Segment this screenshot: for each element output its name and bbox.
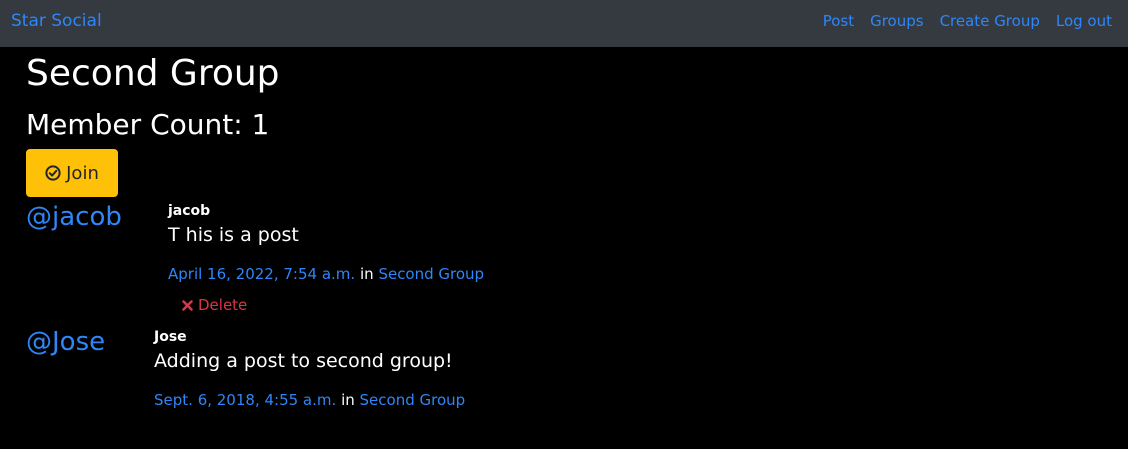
nav-link-log-out[interactable]: Log out	[1056, 11, 1112, 31]
nav-link-post[interactable]: Post	[823, 11, 854, 31]
delete-post-button[interactable]: Delete	[181, 295, 247, 315]
post-meta: Sept. 6, 2018, 4:55 a.m. in Second Group	[154, 390, 465, 410]
post-author: jacob	[168, 203, 211, 219]
join-button-label: Join	[66, 162, 99, 184]
post-message: T his is a post	[168, 224, 299, 246]
join-button[interactable]: Join	[26, 149, 118, 197]
member-count: Member Count: 1	[26, 108, 270, 141]
post-group-link[interactable]: Second Group	[378, 265, 484, 283]
delete-label: Delete	[198, 296, 248, 314]
nav-link-create-group[interactable]: Create Group	[940, 11, 1040, 31]
post-meta: April 16, 2022, 7:54 a.m. in Second Grou…	[168, 264, 484, 284]
post-group-link[interactable]: Second Group	[360, 391, 466, 409]
post-date-link[interactable]: Sept. 6, 2018, 4:55 a.m.	[154, 391, 336, 409]
post-in-label: in	[341, 391, 355, 409]
nav-link-groups[interactable]: Groups	[870, 11, 923, 31]
post-date-link[interactable]: April 16, 2022, 7:54 a.m.	[168, 265, 355, 283]
post-in-label: in	[359, 265, 374, 283]
post-user-handle[interactable]: @jacob	[26, 201, 122, 233]
nav-links: Post Groups Create Group Log out	[823, 11, 1112, 31]
close-icon	[181, 299, 194, 312]
post-user-handle[interactable]: @Jose	[26, 326, 105, 358]
check-circle-icon	[45, 165, 61, 181]
post-message: Adding a post to second group!	[154, 350, 453, 372]
navbar: Star Social Post Groups Create Group Log…	[0, 0, 1128, 47]
group-title: Second Group	[26, 53, 280, 94]
brand-link[interactable]: Star Social	[11, 10, 102, 32]
post-author: Jose	[154, 329, 187, 345]
